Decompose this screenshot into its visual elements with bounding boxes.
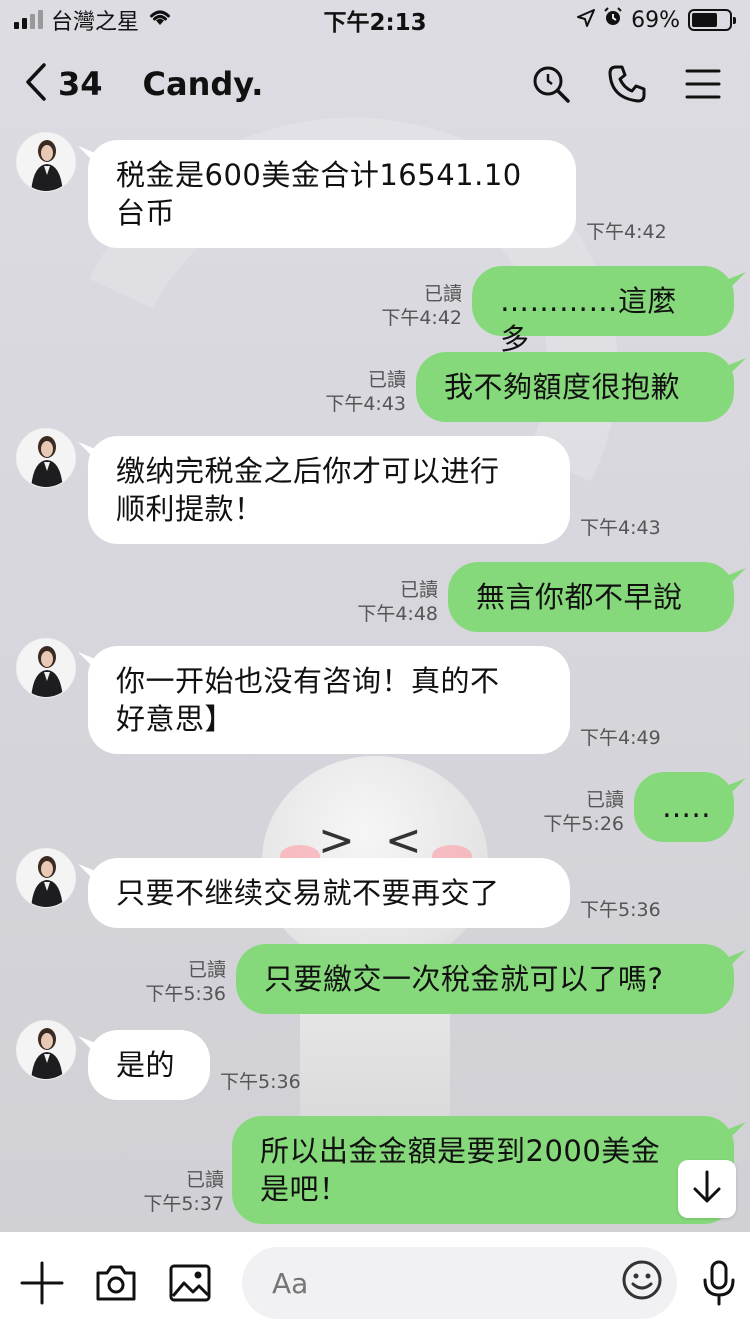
message-time: 下午4:48 bbox=[357, 603, 438, 625]
message-time: 下午5:36 bbox=[580, 899, 661, 921]
message-text: 顺利提款！ bbox=[116, 492, 264, 526]
message-time: 下午5:36 bbox=[220, 1071, 301, 1093]
phone-icon[interactable] bbox=[604, 61, 650, 107]
carrier-name: 台灣之星 bbox=[51, 10, 140, 35]
back-button[interactable]: 34 bbox=[24, 62, 103, 106]
message-time: 下午5:26 bbox=[543, 813, 624, 835]
battery-icon bbox=[687, 9, 736, 31]
chevron-left-icon bbox=[24, 62, 48, 106]
message-time: 下午4:43 bbox=[580, 517, 661, 539]
message-text: 只要不继续交易就不要再交了 bbox=[116, 876, 500, 910]
message-text: 我不夠額度很抱歉 bbox=[444, 370, 681, 404]
chat-title[interactable]: Candy. bbox=[143, 65, 264, 103]
message-time: 下午4:42 bbox=[586, 221, 667, 243]
contact-avatar[interactable] bbox=[16, 428, 76, 488]
message-meta: 已讀 下午5:26 bbox=[522, 788, 624, 836]
message-bubble-incoming[interactable]: 缴纳完税金之后你才可以进行 顺利提款！ bbox=[88, 436, 570, 544]
message-bubble-incoming[interactable]: 你一开始也没有咨询！真的不 好意思】 bbox=[88, 646, 570, 754]
read-receipt: 已讀 bbox=[399, 579, 438, 601]
message-meta: 已讀 下午4:42 bbox=[360, 282, 462, 330]
status-bar: 台灣之星 下午2:13 69% bbox=[0, 0, 750, 40]
read-receipt: 已讀 bbox=[185, 1169, 224, 1191]
message-time: 下午5:37 bbox=[143, 1193, 224, 1215]
location-arrow-icon bbox=[577, 8, 596, 33]
message-text: 是的 bbox=[116, 1048, 176, 1082]
message-bubble-incoming[interactable]: 是的 bbox=[88, 1030, 210, 1100]
message-meta: 已讀 下午4:43 bbox=[302, 368, 406, 416]
message-meta: 已讀 下午4:48 bbox=[334, 578, 438, 626]
clock: 下午2:13 bbox=[323, 10, 427, 36]
read-receipt: 已讀 bbox=[187, 959, 226, 981]
search-icon[interactable] bbox=[528, 61, 574, 107]
message-time: 下午5:36 bbox=[145, 983, 226, 1005]
read-receipt: 已讀 bbox=[585, 789, 624, 811]
message-text: 所以出金金額是要到2000美金 bbox=[260, 1134, 661, 1168]
arrow-down-icon bbox=[692, 1170, 722, 1208]
message-bubble-incoming[interactable]: 税金是600美金合计16541.10 台币 bbox=[88, 140, 576, 248]
plus-icon[interactable] bbox=[20, 1255, 64, 1311]
message-meta: 已讀 下午5:37 bbox=[122, 1168, 224, 1216]
message-meta: 已讀 下午5:36 bbox=[124, 958, 226, 1006]
image-icon[interactable] bbox=[168, 1255, 212, 1311]
message-input-field[interactable] bbox=[242, 1247, 677, 1319]
scroll-to-bottom-button[interactable] bbox=[678, 1160, 736, 1218]
message-text: 税金是600美金合计16541.10 bbox=[116, 158, 522, 192]
camera-icon[interactable] bbox=[94, 1255, 138, 1311]
cellular-signal-icon bbox=[14, 10, 43, 29]
message-bubble-outgoing[interactable]: 只要繳交一次稅金就可以了嗎? bbox=[236, 944, 734, 1014]
contact-avatar[interactable] bbox=[16, 638, 76, 698]
message-time: 下午4:49 bbox=[580, 727, 661, 749]
contact-avatar[interactable] bbox=[16, 132, 76, 192]
message-text: 你一开始也没有咨询！真的不 bbox=[116, 664, 500, 698]
chat-header: 34 Candy. bbox=[0, 44, 750, 124]
message-input[interactable] bbox=[272, 1266, 621, 1300]
message-bubble-incoming[interactable]: 只要不继续交易就不要再交了 bbox=[88, 858, 570, 928]
message-text: 是吧！ bbox=[260, 1172, 349, 1206]
battery-percent: 69% bbox=[631, 7, 680, 33]
message-text: 缴纳完税金之后你才可以进行 bbox=[116, 454, 500, 488]
message-bubble-outgoing[interactable]: 我不夠額度很抱歉 bbox=[416, 352, 734, 422]
contact-avatar[interactable] bbox=[16, 1020, 76, 1080]
read-receipt: 已讀 bbox=[367, 369, 406, 391]
message-text: ….. bbox=[662, 790, 711, 824]
wifi-icon bbox=[147, 7, 173, 33]
message-bubble-outgoing[interactable]: ….. bbox=[634, 772, 734, 842]
unread-count: 34 bbox=[58, 65, 103, 103]
message-text: …………這麼多 bbox=[500, 284, 678, 356]
contact-avatar[interactable] bbox=[16, 848, 76, 908]
message-text: 好意思】 bbox=[116, 702, 235, 736]
message-bubble-outgoing[interactable]: 無言你都不早說 bbox=[448, 562, 734, 632]
message-bubble-outgoing[interactable]: 所以出金金額是要到2000美金 是吧！ bbox=[232, 1116, 734, 1224]
menu-icon[interactable] bbox=[680, 61, 726, 107]
message-time: 下午4:43 bbox=[325, 393, 406, 415]
message-text: 台币 bbox=[116, 196, 176, 230]
microphone-icon[interactable] bbox=[701, 1255, 737, 1311]
emoji-icon[interactable] bbox=[621, 1259, 663, 1308]
battery-level bbox=[691, 13, 717, 27]
message-input-bar bbox=[0, 1232, 750, 1334]
alarm-icon bbox=[603, 7, 623, 33]
read-receipt: 已讀 bbox=[423, 283, 462, 305]
message-bubble-outgoing[interactable]: …………這麼多 bbox=[472, 266, 734, 356]
message-time: 下午4:42 bbox=[381, 307, 462, 329]
message-text: 無言你都不早說 bbox=[476, 580, 683, 614]
message-text: 只要繳交一次稅金就可以了嗎? bbox=[264, 962, 664, 996]
